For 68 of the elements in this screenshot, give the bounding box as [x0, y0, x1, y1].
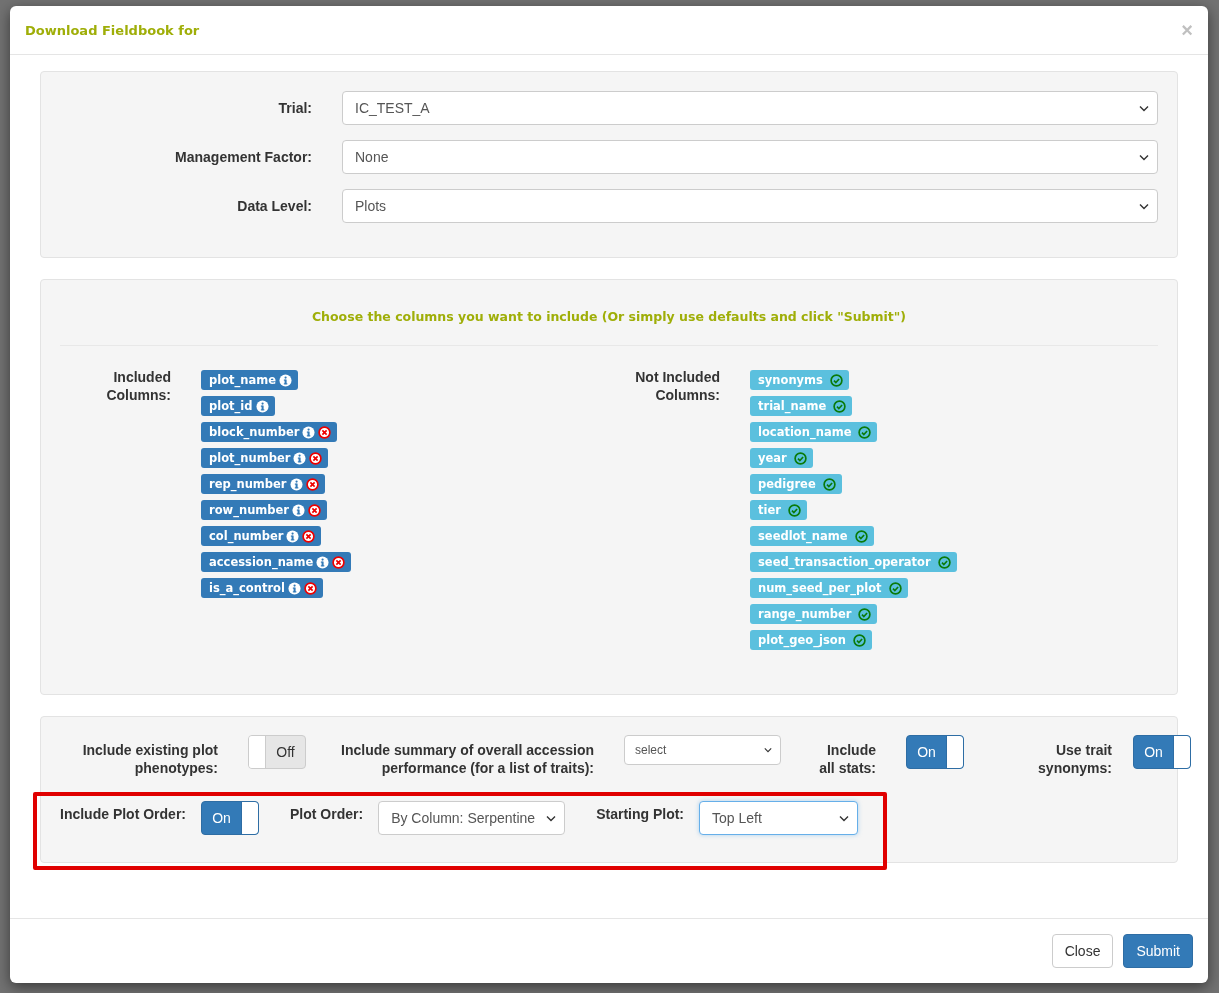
column-tag[interactable]: accession_name — [201, 552, 352, 572]
field-label: Management Factor: — [174, 149, 312, 165]
select-field[interactable]: None — [342, 140, 1158, 174]
caret-icon — [546, 814, 557, 822]
info-icon[interactable] — [286, 529, 300, 543]
option-label: Include all stats: — [818, 741, 876, 777]
remove-icon[interactable] — [303, 581, 317, 595]
field-label: Data Level: — [236, 198, 312, 214]
remove-icon[interactable] — [318, 425, 332, 439]
caret-icon — [764, 747, 772, 753]
check-icon[interactable] — [937, 555, 951, 569]
column-tag[interactable]: rep_number — [201, 474, 325, 494]
remove-icon[interactable] — [308, 503, 321, 517]
caret-icon — [1139, 104, 1149, 112]
close-button[interactable]: Close — [1051, 934, 1114, 968]
toggle-switch[interactable]: On — [906, 735, 964, 769]
info-icon[interactable] — [255, 399, 269, 413]
column-tag[interactable]: plot_id — [201, 396, 275, 416]
toggle-switch[interactable]: On — [201, 801, 259, 835]
option-label: Include summary of overall accession performance (for a list of traits): — [340, 741, 594, 777]
option-label: Include Plot Order: — [60, 805, 186, 822]
field-label: Trial: — [277, 100, 312, 116]
select-field[interactable]: Top Left — [699, 801, 859, 835]
column-tag[interactable]: is_a_control — [201, 578, 323, 598]
check-icon[interactable] — [858, 607, 872, 621]
check-icon[interactable] — [858, 425, 872, 439]
toggle-switch[interactable]: On — [1133, 735, 1191, 769]
column-tag[interactable]: col_number — [201, 526, 322, 546]
submit-button[interactable]: Submit — [1123, 934, 1193, 968]
caret-icon — [1139, 153, 1149, 161]
dialog-title: Download Fieldbook for — [25, 22, 200, 38]
select-field[interactable]: IC_TEST_A — [342, 91, 1158, 125]
info-icon[interactable] — [287, 581, 301, 595]
check-icon[interactable] — [888, 581, 902, 595]
check-icon[interactable] — [829, 373, 843, 387]
column-tag[interactable]: plot_name — [201, 370, 299, 390]
info-icon[interactable] — [292, 503, 305, 517]
not-included-columns-label: Not Included Columns: — [634, 368, 720, 405]
info-icon[interactable] — [289, 477, 303, 491]
info-icon[interactable] — [279, 373, 293, 387]
included-columns-label: Included Columns: — [105, 368, 171, 405]
toggle-switch[interactable]: Off — [248, 735, 306, 769]
option-label: Use trait synonyms: — [1037, 741, 1112, 777]
info-icon[interactable] — [316, 555, 330, 569]
check-icon[interactable] — [854, 529, 868, 543]
select-field[interactable]: By Column: Serpentine — [378, 801, 566, 835]
option-label: Starting Plot: — [596, 805, 685, 822]
caret-icon — [1139, 202, 1149, 210]
info-icon[interactable] — [302, 425, 316, 439]
check-icon[interactable] — [833, 399, 847, 413]
check-icon[interactable] — [787, 503, 801, 517]
remove-icon[interactable] — [332, 555, 346, 569]
columns-heading: Choose the columns you want to include (Or simply use defaults and click "Submit") — [310, 309, 908, 324]
option-label: Include existing plot phenotypes: — [81, 741, 218, 777]
select-field[interactable]: select — [624, 735, 781, 765]
caret-icon — [839, 814, 850, 822]
remove-icon[interactable] — [305, 477, 319, 491]
column-tag[interactable]: block_number — [201, 422, 338, 442]
remove-icon[interactable] — [309, 451, 323, 465]
remove-icon[interactable] — [302, 529, 316, 543]
check-icon[interactable] — [793, 451, 807, 465]
check-icon[interactable] — [822, 477, 836, 491]
column-tag[interactable]: plot_number — [201, 448, 329, 468]
option-label: Plot Order: — [290, 805, 364, 822]
select-field[interactable]: Plots — [342, 189, 1158, 223]
check-icon[interactable] — [852, 633, 866, 647]
info-icon[interactable] — [293, 451, 307, 465]
column-tag[interactable]: row_number — [201, 500, 327, 520]
